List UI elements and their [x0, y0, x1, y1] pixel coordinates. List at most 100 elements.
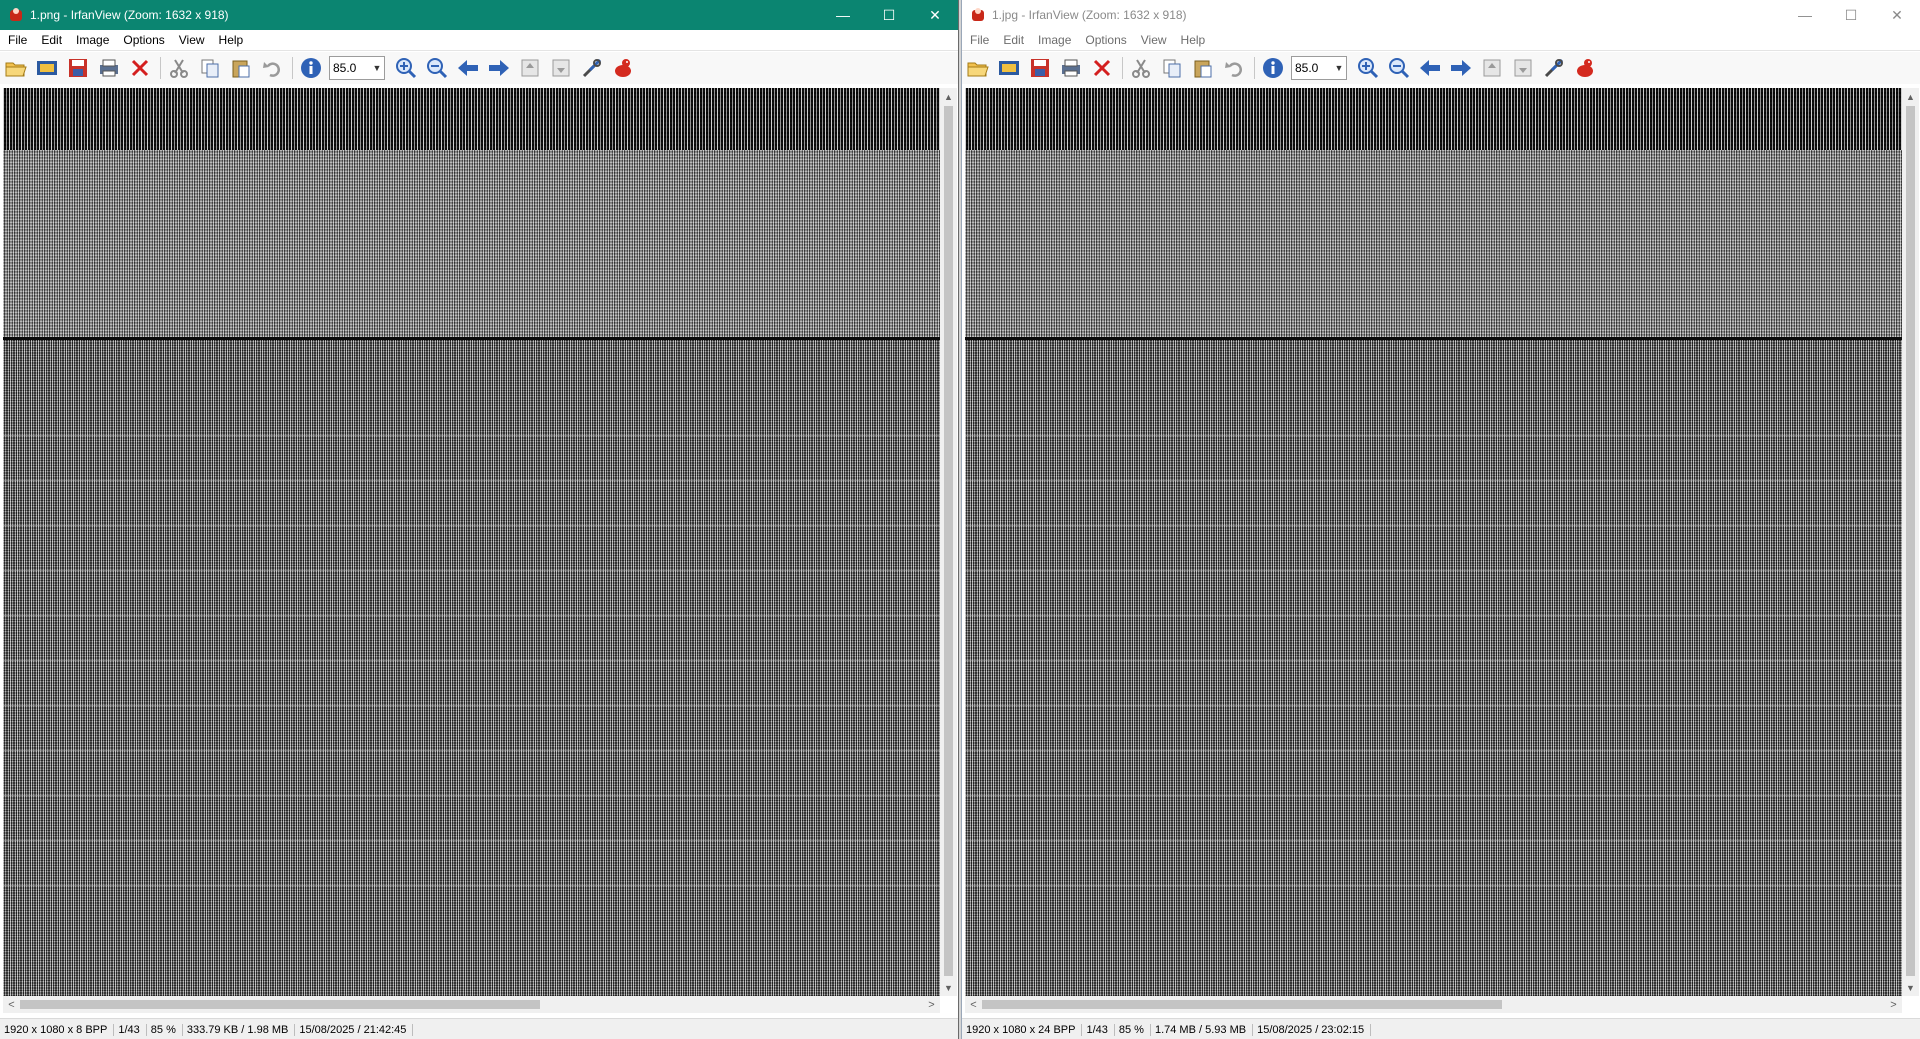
open-folder-icon[interactable]: [3, 55, 29, 81]
copy-icon[interactable]: [1159, 55, 1185, 81]
vertical-scroll-thumb[interactable]: [944, 106, 953, 976]
menu-bar: File Edit Image Options View Help: [0, 30, 958, 51]
next-icon[interactable]: [486, 55, 512, 81]
image-noise-streaks: [965, 408, 1902, 908]
cut-icon[interactable]: [1128, 55, 1154, 81]
next-icon[interactable]: [1448, 55, 1474, 81]
status-file-size: 1.74 MB / 5.93 MB: [1151, 1023, 1254, 1036]
menu-options[interactable]: Options: [115, 33, 170, 47]
zoom-combobox[interactable]: 85.0 ▼: [329, 56, 385, 80]
horizontal-scroll-thumb[interactable]: [982, 1000, 1502, 1009]
vertical-scrollbar[interactable]: ▲ ▼: [940, 88, 957, 996]
zoom-in-icon[interactable]: [1355, 55, 1381, 81]
minimize-button[interactable]: —: [1782, 0, 1828, 30]
print-icon[interactable]: [96, 55, 122, 81]
image-divider-line: [965, 337, 1902, 340]
minimize-button[interactable]: —: [820, 0, 866, 30]
menu-file[interactable]: File: [962, 33, 995, 47]
title-bar[interactable]: 1.png - IrfanView (Zoom: 1632 x 918) — ☐…: [0, 0, 958, 30]
vertical-scroll-thumb[interactable]: [1906, 106, 1915, 976]
scroll-right-arrow-icon[interactable]: >: [1885, 996, 1902, 1013]
chevron-down-icon[interactable]: ▼: [1332, 63, 1346, 73]
maximize-button[interactable]: ☐: [866, 0, 912, 30]
menu-image[interactable]: Image: [1030, 33, 1077, 47]
cut-icon[interactable]: [166, 55, 192, 81]
menu-file[interactable]: File: [0, 33, 33, 47]
status-timestamp: 15/08/2025 / 23:02:15: [1253, 1023, 1372, 1036]
delete-icon[interactable]: [127, 55, 153, 81]
menu-help[interactable]: Help: [211, 33, 250, 47]
thumbnails-icon[interactable]: [996, 55, 1022, 81]
image-noise-band-top: [965, 88, 1902, 150]
settings-icon[interactable]: [579, 55, 605, 81]
chevron-down-icon[interactable]: ▼: [370, 63, 384, 73]
settings-icon[interactable]: [1541, 55, 1567, 81]
irfanview-logo-icon[interactable]: [610, 55, 636, 81]
maximize-button[interactable]: ☐: [1828, 0, 1874, 30]
horizontal-scrollbar[interactable]: < >: [3, 996, 940, 1013]
menu-view[interactable]: View: [171, 33, 211, 47]
open-folder-icon[interactable]: [965, 55, 991, 81]
zoom-combobox[interactable]: 85.0 ▼: [1291, 56, 1347, 80]
save-icon[interactable]: [65, 55, 91, 81]
scroll-left-arrow-icon[interactable]: <: [965, 996, 982, 1013]
horizontal-scrollbar[interactable]: < >: [965, 996, 1902, 1013]
previous-icon[interactable]: [455, 55, 481, 81]
close-button[interactable]: ✕: [912, 0, 958, 30]
close-button[interactable]: ✕: [1874, 0, 1920, 30]
status-file-index: 1/43: [114, 1023, 147, 1036]
toolbar-separator: [1122, 57, 1123, 79]
toolbar: 85.0 ▼: [0, 52, 958, 84]
undo-icon[interactable]: [1221, 55, 1247, 81]
paste-icon[interactable]: [1190, 55, 1216, 81]
vertical-scrollbar[interactable]: ▲ ▼: [1902, 88, 1919, 996]
copy-icon[interactable]: [197, 55, 223, 81]
undo-icon[interactable]: [259, 55, 285, 81]
menu-image[interactable]: Image: [68, 33, 115, 47]
zoom-value: 85.0: [1295, 61, 1319, 75]
image-noise-streaks: [3, 408, 940, 908]
irfanview-logo-icon[interactable]: [1572, 55, 1598, 81]
menu-help[interactable]: Help: [1173, 33, 1212, 47]
previous-icon[interactable]: [1417, 55, 1443, 81]
menu-edit[interactable]: Edit: [995, 33, 1030, 47]
menu-view[interactable]: View: [1133, 33, 1173, 47]
page-up-icon[interactable]: [1479, 55, 1505, 81]
page-down-icon[interactable]: [1510, 55, 1536, 81]
irfanview-window-right: 1.jpg - IrfanView (Zoom: 1632 x 918) — ☐…: [961, 0, 1920, 1039]
save-icon[interactable]: [1027, 55, 1053, 81]
info-icon[interactable]: [1260, 55, 1286, 81]
page-down-icon[interactable]: [548, 55, 574, 81]
scroll-left-arrow-icon[interactable]: <: [3, 996, 20, 1013]
image-noise-band-middle: [3, 150, 940, 338]
status-zoom: 85 %: [147, 1023, 183, 1036]
irfanview-window-left: 1.png - IrfanView (Zoom: 1632 x 918) — ☐…: [0, 0, 959, 1039]
status-dimensions: 1920 x 1080 x 8 BPP: [0, 1023, 115, 1036]
scroll-up-arrow-icon[interactable]: ▲: [1902, 88, 1919, 105]
status-file-index: 1/43: [1082, 1023, 1115, 1036]
thumbnails-icon[interactable]: [34, 55, 60, 81]
image-canvas[interactable]: [965, 88, 1902, 996]
image-canvas[interactable]: [3, 88, 940, 996]
image-noise-band-top: [3, 88, 940, 150]
zoom-in-icon[interactable]: [393, 55, 419, 81]
menu-edit[interactable]: Edit: [33, 33, 68, 47]
irfanview-app-icon[interactable]: [8, 7, 24, 23]
page-up-icon[interactable]: [517, 55, 543, 81]
status-file-size: 333.79 KB / 1.98 MB: [183, 1023, 296, 1036]
print-icon[interactable]: [1058, 55, 1084, 81]
menu-options[interactable]: Options: [1077, 33, 1132, 47]
irfanview-app-icon[interactable]: [970, 7, 986, 23]
horizontal-scroll-thumb[interactable]: [20, 1000, 540, 1009]
scroll-down-arrow-icon[interactable]: ▼: [1902, 979, 1919, 996]
menu-bar: File Edit Image Options View Help: [962, 30, 1920, 51]
scroll-right-arrow-icon[interactable]: >: [923, 996, 940, 1013]
title-bar[interactable]: 1.jpg - IrfanView (Zoom: 1632 x 918) — ☐…: [962, 0, 1920, 30]
scroll-down-arrow-icon[interactable]: ▼: [940, 979, 957, 996]
zoom-out-icon[interactable]: [424, 55, 450, 81]
info-icon[interactable]: [298, 55, 324, 81]
zoom-out-icon[interactable]: [1386, 55, 1412, 81]
delete-icon[interactable]: [1089, 55, 1115, 81]
paste-icon[interactable]: [228, 55, 254, 81]
scroll-up-arrow-icon[interactable]: ▲: [940, 88, 957, 105]
